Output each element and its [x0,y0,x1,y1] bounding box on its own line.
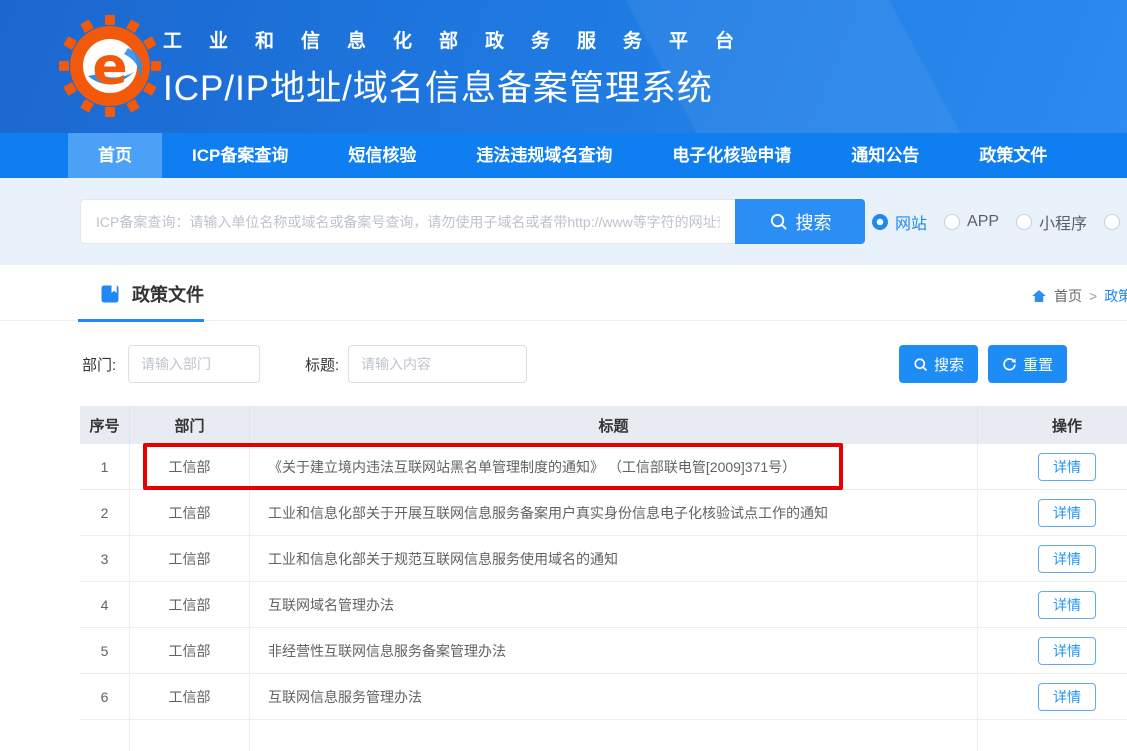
detail-button[interactable]: 详情 [1038,499,1096,527]
platform-label: 工业和信息化部政务服务平台 [163,26,761,53]
nav-item-sms-verify[interactable]: 短信核验 [318,133,446,178]
header-dept: 部门 [130,406,250,444]
icp-search-button[interactable]: 搜索 [735,199,865,244]
breadcrumb: 首页 > 政策文件 [1031,286,1127,306]
search-icon [913,357,928,372]
row-title: 互联网域名管理办法 [250,582,978,627]
row-dept: 工信部 [130,490,250,535]
radio-app[interactable]: APP [944,213,999,231]
page-title: ICP/IP地址/域名信息备案管理系统 [163,60,761,111]
row-dept: 工信部 [130,444,250,489]
radio-dot-icon [944,214,960,230]
table-row: 4 工信部 互联网域名管理办法 详情 [80,582,1127,628]
nav-item-icp-query[interactable]: ICP备案查询 [162,133,318,178]
table-row: 1 工信部 《关于建立境内违法互联网站黑名单管理制度的通知》 （工信部联电管[2… [80,444,1127,490]
dept-filter-input[interactable] [128,345,260,383]
radio-dot-icon [1016,214,1032,230]
breadcrumb-current[interactable]: 政策文件 [1104,286,1127,306]
main-nav: 首页 ICP备案查询 短信核验 违法违规域名查询 电子化核验申请 通知公告 政策… [0,133,1127,178]
title-filter-input[interactable] [348,345,527,383]
row-no: 6 [80,674,130,719]
radio-quick-app[interactable]: 快应用 [1104,210,1127,234]
home-icon [1031,288,1047,304]
radio-dot-icon [1104,214,1120,230]
search-icon [769,212,788,231]
row-dept: 工信部 [130,628,250,673]
table-row: 5 工信部 非经营性互联网信息服务备案管理办法 详情 [80,628,1127,674]
row-dept: 工信部 [130,536,250,581]
row-no: 5 [80,628,130,673]
table-row: 6 工信部 互联网信息服务管理办法 详情 [80,674,1127,720]
row-title: 《关于建立境内违法互联网站黑名单管理制度的通知》 （工信部联电管[2009]37… [250,444,978,489]
brand-block: 工业和信息化部政务服务平台 ICP/IP地址/域名信息备案管理系统 [163,26,761,111]
radio-website[interactable]: 网站 [872,210,927,234]
row-no: 4 [80,582,130,627]
filter-search-button[interactable]: 搜索 [899,345,978,383]
title-filter-label: 标题: [305,354,339,375]
search-button-label: 搜索 [796,209,832,235]
row-no: 2 [80,490,130,535]
detail-button[interactable]: 详情 [1038,637,1096,665]
row-no: 1 [80,444,130,489]
radio-dot-icon [872,214,888,230]
row-title: 非经营性互联网信息服务备案管理办法 [250,628,978,673]
site-header: e 工业和信息化部政务服务平台 ICP/IP地址/域名信息备案管理系统 [0,0,1127,133]
nav-item-e-verify-apply[interactable]: 电子化核验申请 [642,133,821,178]
table-header-row: 序号 部门 标题 操作 [80,406,1127,444]
breadcrumb-home[interactable]: 首页 [1054,286,1082,306]
section-head: 政策文件 首页 > 政策文件 [0,265,1127,321]
nav-item-notices[interactable]: 通知公告 [821,133,949,178]
active-tab-underline [78,319,204,322]
filter-row: 部门: 标题: 搜索 重置 [0,338,1127,390]
miit-gear-e-logo-icon: e [58,14,162,118]
icp-search-band: 搜索 网站 APP 小程序 快应用 [0,178,1127,265]
policy-table: 序号 部门 标题 操作 1 工信部 《关于建立境内违法互联网站黑名单管理制度的通… [80,406,1127,751]
search-type-radio-group: 网站 APP 小程序 快应用 [872,199,1127,244]
icp-search-input[interactable] [80,199,735,244]
detail-button[interactable]: 详情 [1038,683,1096,711]
row-title: 互联网信息服务管理办法 [250,674,978,719]
filter-reset-button[interactable]: 重置 [988,345,1067,383]
page: e 工业和信息化部政务服务平台 ICP/IP地址/域名信息备案管理系统 首页 I… [0,0,1127,751]
row-title: 工业和信息化部关于开展互联网信息服务备案用户真实身份信息电子化核验试点工作的通知 [250,490,978,535]
row-dept: 工信部 [130,674,250,719]
book-icon [100,284,120,304]
detail-button[interactable]: 详情 [1038,591,1096,619]
nav-item-home[interactable]: 首页 [68,133,162,178]
radio-mini-program[interactable]: 小程序 [1016,210,1087,234]
detail-button[interactable]: 详情 [1038,453,1096,481]
row-no: 3 [80,536,130,581]
nav-item-policy-files[interactable]: 政策文件 [949,133,1077,178]
section-title: 政策文件 [132,281,204,307]
detail-button[interactable]: 详情 [1038,545,1096,573]
header-action: 操作 [978,406,1127,444]
row-title: 工业和信息化部关于规范互联网信息服务使用域名的通知 [250,536,978,581]
header-no: 序号 [80,406,130,444]
row-dept: 工信部 [130,582,250,627]
table-row: 2 工信部 工业和信息化部关于开展互联网信息服务备案用户真实身份信息电子化核验试… [80,490,1127,536]
nav-item-illegal-domain-query[interactable]: 违法违规域名查询 [446,133,642,178]
table-row: 3 工信部 工业和信息化部关于规范互联网信息服务使用域名的通知 详情 [80,536,1127,582]
section-title-block: 政策文件 [100,281,204,307]
dept-filter-label: 部门: [82,354,116,375]
svg-text:e: e [92,37,127,97]
refresh-icon [1002,357,1017,372]
header-title: 标题 [250,406,978,444]
breadcrumb-separator: > [1089,288,1097,304]
table-partial-row [80,720,1127,751]
